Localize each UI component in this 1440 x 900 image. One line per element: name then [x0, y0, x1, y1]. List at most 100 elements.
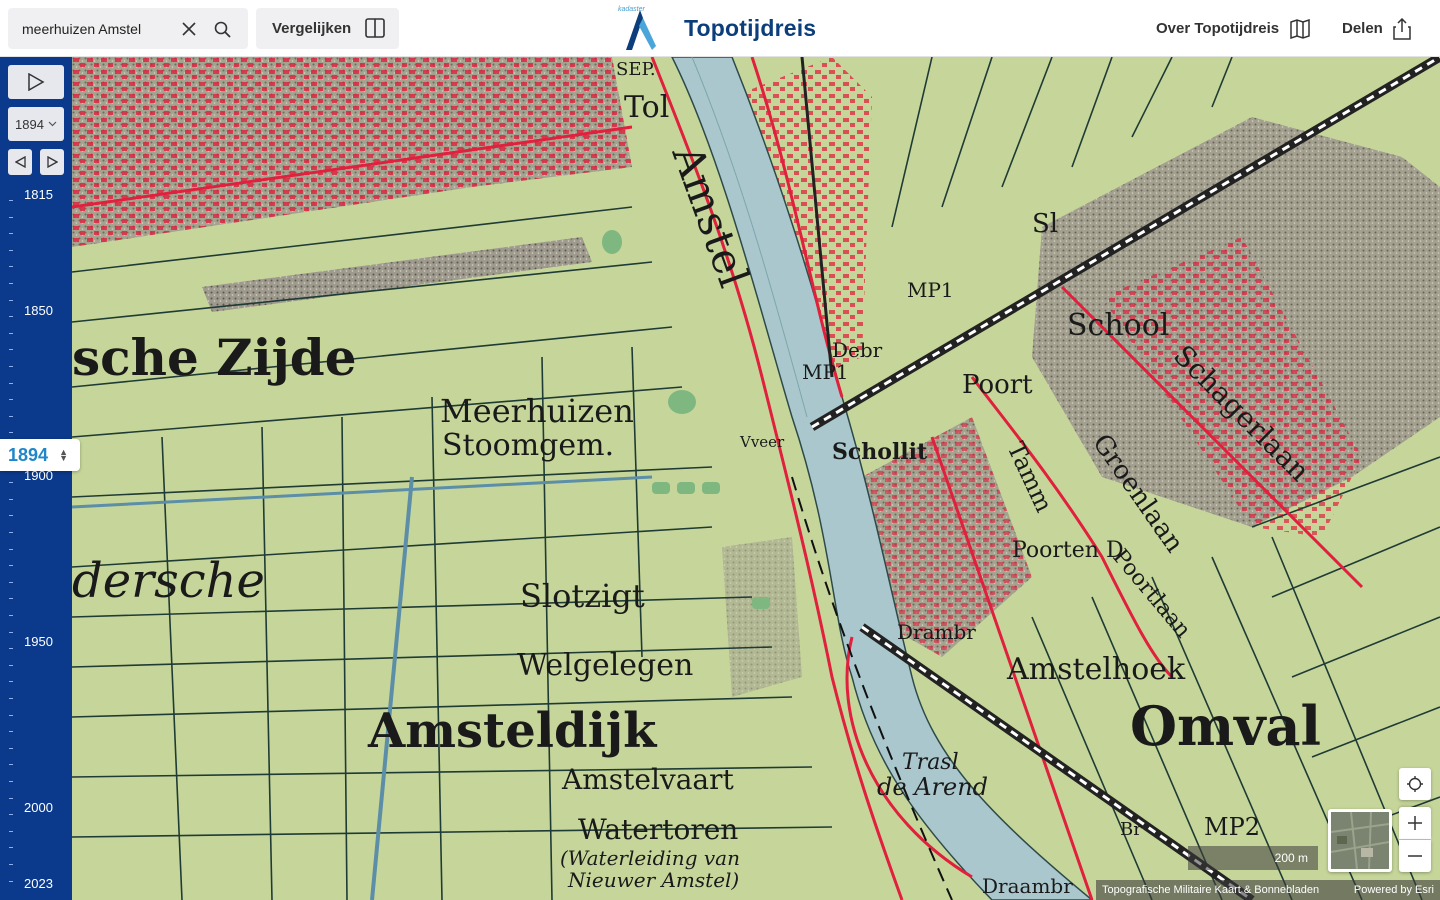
- chevron-down-icon: [48, 121, 57, 127]
- timeline-tick: [9, 681, 13, 682]
- zoom-in-button[interactable]: [1399, 807, 1431, 839]
- timeline-tick: [9, 731, 13, 732]
- satellite-thumbnail-icon: [1331, 812, 1389, 869]
- share-label: Delen: [1342, 20, 1383, 37]
- timeline-tick: [9, 217, 13, 218]
- timeline-tick: [9, 648, 13, 649]
- zoom-out-button[interactable]: [1399, 840, 1431, 872]
- kadaster-label: kadaster: [618, 6, 645, 13]
- brand-name: Topotijdreis: [684, 14, 817, 41]
- split-view-icon: [365, 18, 385, 42]
- compare-button[interactable]: Vergelijken: [256, 8, 399, 49]
- map-label: dersche: [72, 553, 265, 609]
- triangle-right-icon: [46, 156, 58, 168]
- previous-year-button[interactable]: [8, 149, 32, 175]
- logo[interactable]: kadaster Topotijdreis: [616, 4, 816, 52]
- book-icon: [1290, 18, 1310, 39]
- share-icon: [1393, 17, 1411, 40]
- search-input[interactable]: [22, 20, 172, 37]
- timeline-sidebar: 1894 1815 1850 1900 1950 2000 2023: [0, 57, 72, 900]
- timeline-tick: [9, 582, 13, 583]
- map-label: Trasl: [902, 750, 959, 775]
- timeline-label: 1950: [24, 634, 53, 649]
- map-label: SEP.: [616, 59, 656, 80]
- next-year-button[interactable]: [40, 149, 64, 175]
- search-box: [8, 8, 248, 49]
- timeline-tick: [9, 250, 13, 251]
- timeline-tick: [9, 565, 13, 566]
- timeline-tick: [9, 698, 13, 699]
- scale-label: 200 m: [1274, 851, 1308, 865]
- map-label: Amstelhoek: [1006, 652, 1186, 687]
- historic-map[interactable]: Tol SEP. Amstel sche Zijde Meerhuizen St…: [72, 57, 1440, 900]
- timeline-tick: [9, 432, 13, 433]
- minus-icon: [1408, 855, 1422, 857]
- timeline-tick: [9, 532, 13, 533]
- play-button[interactable]: [8, 65, 64, 99]
- clear-search-icon[interactable]: [178, 18, 200, 40]
- timeline-tick: [9, 814, 13, 815]
- map-label: Welgelegen: [517, 648, 693, 683]
- map-label: Watertoren: [578, 813, 738, 846]
- play-icon: [28, 73, 45, 91]
- timeline-tick: [9, 831, 13, 832]
- timeline-tick: [9, 615, 13, 616]
- timeline-tick: [9, 349, 13, 350]
- map-label: de Arend: [877, 773, 988, 801]
- timeline-tick: [9, 316, 13, 317]
- share-link[interactable]: Delen: [1342, 0, 1411, 57]
- search-icon[interactable]: [211, 18, 233, 40]
- sort-arrows-icon: ▲ ▼: [59, 447, 68, 463]
- timeline-tick: [9, 881, 13, 882]
- attribution-text[interactable]: Topografische Militaire Kaart & Bonnebla…: [1102, 884, 1319, 896]
- map-canvas[interactable]: Tol SEP. Amstel sche Zijde Meerhuizen St…: [72, 57, 1440, 900]
- map-label: Sl: [1032, 209, 1058, 239]
- timeline-tick: [9, 416, 13, 417]
- timeline-tick: [9, 847, 13, 848]
- map-label: Poort: [962, 370, 1033, 400]
- timeline-tick: [9, 748, 13, 749]
- timeline-tick: [9, 515, 13, 516]
- timeline-tick: [9, 383, 13, 384]
- timeline-tick: [9, 665, 13, 666]
- map-label: Amstelvaart: [561, 763, 735, 796]
- timeline-tick: [9, 399, 13, 400]
- timeline-tick: [9, 366, 13, 367]
- map-label: School: [1067, 308, 1169, 343]
- plus-icon: [1408, 816, 1422, 830]
- attribution-bar: Topografische Militaire Kaart & Bonnebla…: [1096, 880, 1440, 900]
- map-label: sche Zijde: [72, 328, 357, 387]
- about-link[interactable]: Over Topotijdreis: [1156, 0, 1311, 57]
- timeline-tick: [9, 549, 13, 550]
- top-bar: Vergelijken kadaster Topotijdreis Over T…: [0, 0, 1440, 57]
- timeline-tick: [9, 764, 13, 765]
- locate-button[interactable]: [1399, 768, 1431, 800]
- timeline-tick: [9, 598, 13, 599]
- timeline-tick: [9, 233, 13, 234]
- map-label: Tol: [624, 90, 669, 125]
- map-label: Vveer: [739, 433, 785, 451]
- map-label: MP1: [802, 360, 849, 384]
- current-year-handle[interactable]: 1894 ▲ ▼: [0, 439, 80, 471]
- map-label: (Waterleiding van: [560, 846, 740, 870]
- timeline-tick: [9, 482, 13, 483]
- basemap-toggle[interactable]: [1328, 809, 1392, 872]
- map-label: Meerhuizen: [440, 392, 634, 430]
- year-select-value: 1894: [15, 116, 44, 132]
- compare-label: Vergelijken: [272, 20, 352, 37]
- timeline-tick: [9, 632, 13, 633]
- map-label: Poorten D: [1012, 538, 1124, 563]
- timeline-tick: [9, 300, 13, 301]
- map-label: Amsteldijk: [367, 703, 658, 759]
- timeline-tick: [9, 200, 13, 201]
- timeline-tick: [9, 864, 13, 865]
- year-select[interactable]: 1894: [8, 107, 64, 141]
- crosshair-icon: [1407, 776, 1423, 792]
- timeline-tick: [9, 499, 13, 500]
- map-label: Omval: [1130, 694, 1321, 758]
- map-label: MP2: [1204, 813, 1260, 841]
- current-year-value: 1894: [8, 444, 49, 465]
- timeline-tick: [9, 781, 13, 782]
- map-label: Nieuwer Amstel): [567, 868, 739, 892]
- powered-by-text[interactable]: Powered by Esri: [1354, 884, 1434, 896]
